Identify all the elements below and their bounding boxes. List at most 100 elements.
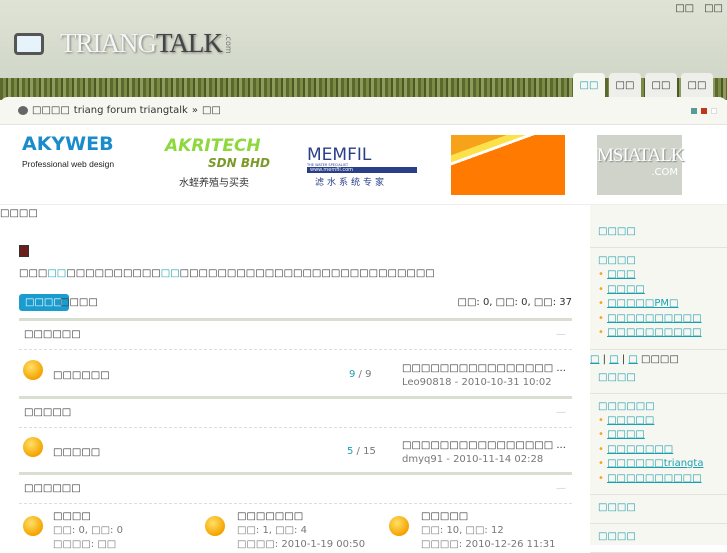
header: □□ □□ TRIANGTALK .com □□ □□ □□ □□ [0,0,727,100]
sidebar-title-3[interactable]: □□□□ [590,371,719,385]
top-link-1[interactable]: □□ [675,3,694,14]
nav-tab-2[interactable]: □□ [609,73,641,98]
apple-icon [205,516,225,536]
notice-part: □□□□□□□□□□ [66,268,161,279]
ad-akyweb-title: AKYWEB [22,133,114,155]
last-post-user[interactable]: dmyq91 [402,454,443,465]
group-title[interactable]: □□□□□ [24,399,71,427]
ad-banner: AKYWEB Professional web design AKRITECH … [0,125,727,205]
logo-text-light: TRIANG [60,28,157,58]
notice-link-2[interactable]: □□ [161,268,180,279]
apple-icon [23,360,43,380]
forum-last: □□□□: 2010-12-26 11:31 [421,539,556,550]
apple-icon [23,437,43,457]
breadcrumb-sep: » [191,105,198,116]
sidebar-link[interactable]: □□□□□□□□□□ [607,327,701,338]
sidebar-title-5[interactable]: □□□□ [598,501,719,515]
notice-part: □□□ [19,268,48,279]
main-content: □□□□ □□□□□□□□□□□□□□□□□□□□□□□□□□□□□□□□□□□… [0,205,590,550]
last-post-time: 2010-10-31 10:02 [461,377,552,388]
ad-memfil-title: MEMFIL [307,145,372,165]
breadcrumb: □□□□ triang forum triangtalk » □□ [18,105,221,116]
style-swatch-white[interactable] [711,108,717,114]
apple-icon [23,516,43,536]
forum-stats: □□: 1, □□: 4 [237,525,307,536]
last-post-title[interactable]: □□□□□□□□□□□□□□□□ ... [402,363,566,374]
notice-part: □□□□□□□□□□□□□□□□□□□□□□□□□□□ [179,268,435,279]
apple-icon [389,516,409,536]
chat-icon [18,106,28,115]
ad-akyweb[interactable]: AKYWEB Professional web design [22,133,122,170]
collapse-icon[interactable]: — [556,321,566,349]
nav-tab-4[interactable]: □□ [681,73,713,98]
forum-name[interactable]: □□□□□ [421,510,555,524]
site-logo[interactable]: TRIANGTALK .com [14,28,233,59]
breadcrumb-current: □□ [201,105,221,116]
ad-memfil-tagline: 滤水系统专家 [315,178,388,188]
forum-name[interactable]: □□□□□□ [53,370,110,381]
sidebar-link[interactable]: □□□□□□□ [607,444,673,455]
forum-name[interactable]: □□□□□□□ [237,510,365,524]
sidebar-title-4: □□□□□□ [598,400,655,412]
last-post-user[interactable]: Leo90818 [402,377,451,388]
group-title[interactable]: □□□□□□ [24,475,81,503]
breadcrumb-forum[interactable]: triang forum triangtalk [74,105,188,116]
ad-msiatalk[interactable]: MSIATALK .COM [597,135,685,195]
forum-last: □□□□: 2010-1-19 00:50 [237,539,366,550]
sidebar-link[interactable]: □□□□ [607,284,645,295]
sidebar-title-1[interactable]: □□□□ [598,225,719,239]
ad-memfil[interactable]: MEMFIL THE WATER SPECIALIST www.memfil.c… [307,147,417,188]
collapse-icon[interactable]: — [556,399,566,427]
group-3: □□□□□□ — □□□□ □□: 0, □□: 0 □□□□: □□ □□□□□… [19,472,572,550]
tab-other[interactable]: □□□□ [60,294,98,311]
notice-link-1[interactable]: □□ [47,268,66,279]
collapse-icon[interactable]: — [556,475,566,503]
nav-tab-3[interactable]: □□ [645,73,677,98]
sidebar-small-link[interactable]: □ [590,354,599,365]
ad-akritech-title: AKRITECH [165,136,261,156]
forum-row: □□□□□□ 9 / 9 □□□□□□□□□□□□□□□□ ... Leo908… [19,350,572,397]
forum-stats: □□: 10, □□: 12 [421,525,504,536]
group-title[interactable]: □□□□□□ [24,321,81,349]
sidebar-link[interactable]: □□□□ [607,429,645,440]
ad-orange-image[interactable] [451,135,565,195]
ad-akyweb-tagline: Professional web design [22,159,115,169]
forum-stats: □□: 0, □□: 0, □□: 37 [457,297,573,308]
sidebar-title-2: □□□□ [598,255,636,266]
last-post-time: 2010-11-14 02:28 [453,454,544,465]
forum-stats: □□: 0, □□: 0 [53,525,123,536]
sidebar-link[interactable]: □□□□□□triangta [607,458,703,469]
notice-text: □□□□□□□□□□□□□□□□□□□□□□□□□□□□□□□□□□□□□□□□… [19,268,435,279]
last-post-title[interactable]: □□□□□□□□□□□□□□□□ ... [402,440,566,451]
breadcrumb-bar: □□□□ triang forum triangtalk » □□ [0,97,727,125]
book-icon [19,245,29,257]
ad-memfil-url: www.memfil.com [307,167,417,173]
ad-msiatalk-title: MSIATALK [597,145,685,166]
breadcrumb-home[interactable]: □□□□ [32,105,70,116]
style-swatch-red[interactable] [701,108,707,114]
top-link-2[interactable]: □□ [704,3,723,14]
forum-last: □□□□: □□ [53,539,117,550]
sidebar-link[interactable]: □□□□□ [607,415,654,426]
sidebar-title-6[interactable]: □□□□ [598,530,719,544]
sidebar-small-link[interactable]: □ [628,354,637,365]
ad-akritech-tagline: 水蛭养殖与买卖 [179,178,249,189]
nav-tab-1[interactable]: □□ [573,73,605,98]
forum-row: □□□□□ 5 / 15 □□□□□□□□□□□□□□□□ ... dmyq91… [19,428,572,473]
sidebar-link[interactable]: □□□ [607,269,635,280]
forum-name[interactable]: □□□□ [53,510,123,524]
ad-akritech[interactable]: AKRITECH SDN BHD 水蛭养殖与买卖 [165,136,275,189]
style-swatch-teal[interactable] [691,108,697,114]
logo-suffix: .com [223,33,233,54]
page-title: □□□□ [0,208,38,219]
group-1: □□□□□□ — □□□□□□ 9 / 9 □□□□□□□□□□□□□□□□ ..… [19,318,572,397]
post-count: 15 [363,446,376,457]
sidebar-link[interactable]: □□□□□□□□□□ [607,313,701,324]
ad-akritech-sub: SDN BHD [208,156,270,170]
sidebar-link[interactable]: □□□□□□□□□□ [607,473,701,484]
speech-bubble-icon [14,32,44,55]
sidebar-link[interactable]: □□□□□PM□ [607,298,678,309]
sidebar-small-link[interactable]: □ [609,354,618,365]
ad-msiatalk-com: .COM [651,167,678,178]
forum-name[interactable]: □□□□□ [53,447,100,458]
